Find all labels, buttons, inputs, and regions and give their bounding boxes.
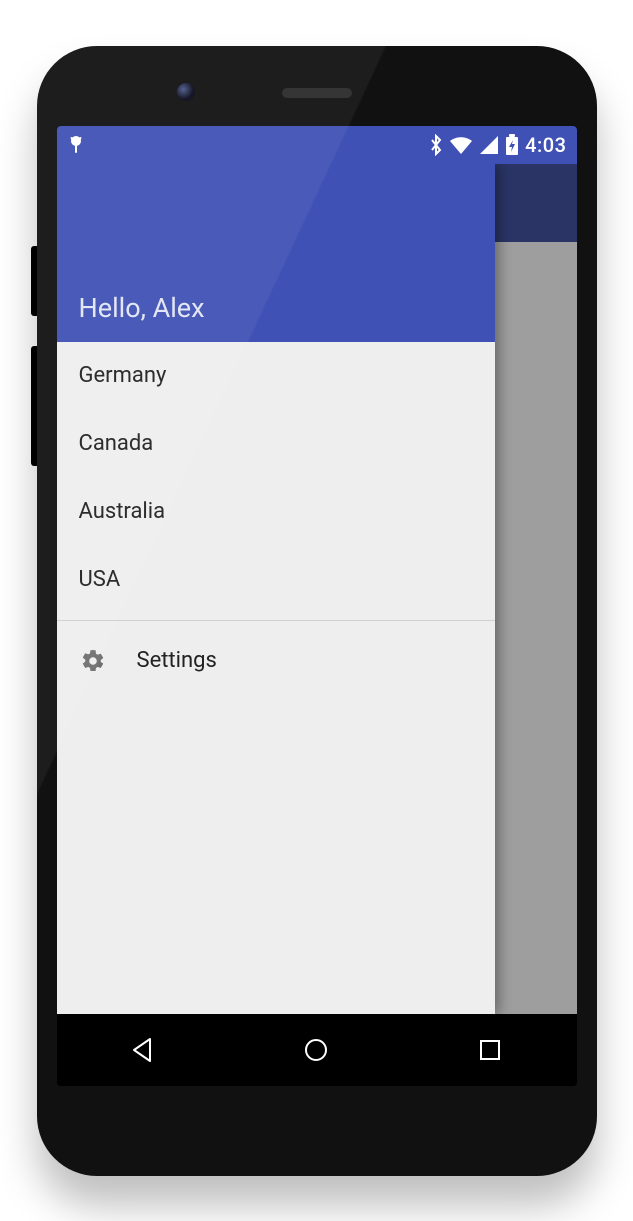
- drawer-item-label: Canada: [79, 431, 154, 456]
- drawer-item-australia[interactable]: Australia: [57, 478, 495, 546]
- phone-speaker: [282, 88, 352, 98]
- drawer-item-settings[interactable]: Settings: [57, 627, 495, 695]
- debug-icon: [67, 135, 85, 155]
- drawer-divider: [57, 620, 495, 621]
- wifi-icon: [449, 135, 473, 155]
- drawer-item-usa[interactable]: USA: [57, 546, 495, 614]
- phone-side-button: [31, 346, 37, 466]
- cell-signal-icon: [479, 135, 499, 155]
- drawer-item-germany[interactable]: Germany: [57, 342, 495, 410]
- nav-recents-button[interactable]: [450, 1026, 530, 1074]
- drawer-item-label: USA: [79, 567, 121, 592]
- phone-frame: 4:03 Hello, Alex Germany Canada: [37, 46, 597, 1176]
- battery-charging-icon: [505, 134, 519, 156]
- drawer-list: Germany Canada Australia USA: [57, 342, 495, 695]
- drawer-header-greeting: Hello, Alex: [79, 292, 205, 324]
- status-bar: 4:03: [57, 126, 577, 164]
- nav-home-button[interactable]: [276, 1026, 356, 1074]
- bluetooth-icon: [429, 134, 443, 156]
- drawer-header: Hello, Alex: [57, 164, 495, 342]
- android-nav-bar: [57, 1014, 577, 1086]
- phone-camera: [177, 83, 195, 101]
- app-content: Hello, Alex Germany Canada Australia: [57, 164, 577, 1014]
- screen: 4:03 Hello, Alex Germany Canada: [57, 126, 577, 1086]
- drawer-item-label: Settings: [137, 648, 217, 673]
- drawer-item-label: Australia: [79, 499, 166, 524]
- drawer-item-label: Germany: [79, 363, 167, 388]
- gear-icon: [79, 648, 107, 674]
- status-bar-clock: 4:03: [525, 133, 566, 157]
- drawer-item-canada[interactable]: Canada: [57, 410, 495, 478]
- navigation-drawer: Hello, Alex Germany Canada Australia: [57, 164, 495, 1014]
- nav-back-button[interactable]: [103, 1026, 183, 1074]
- phone-side-button: [31, 246, 37, 316]
